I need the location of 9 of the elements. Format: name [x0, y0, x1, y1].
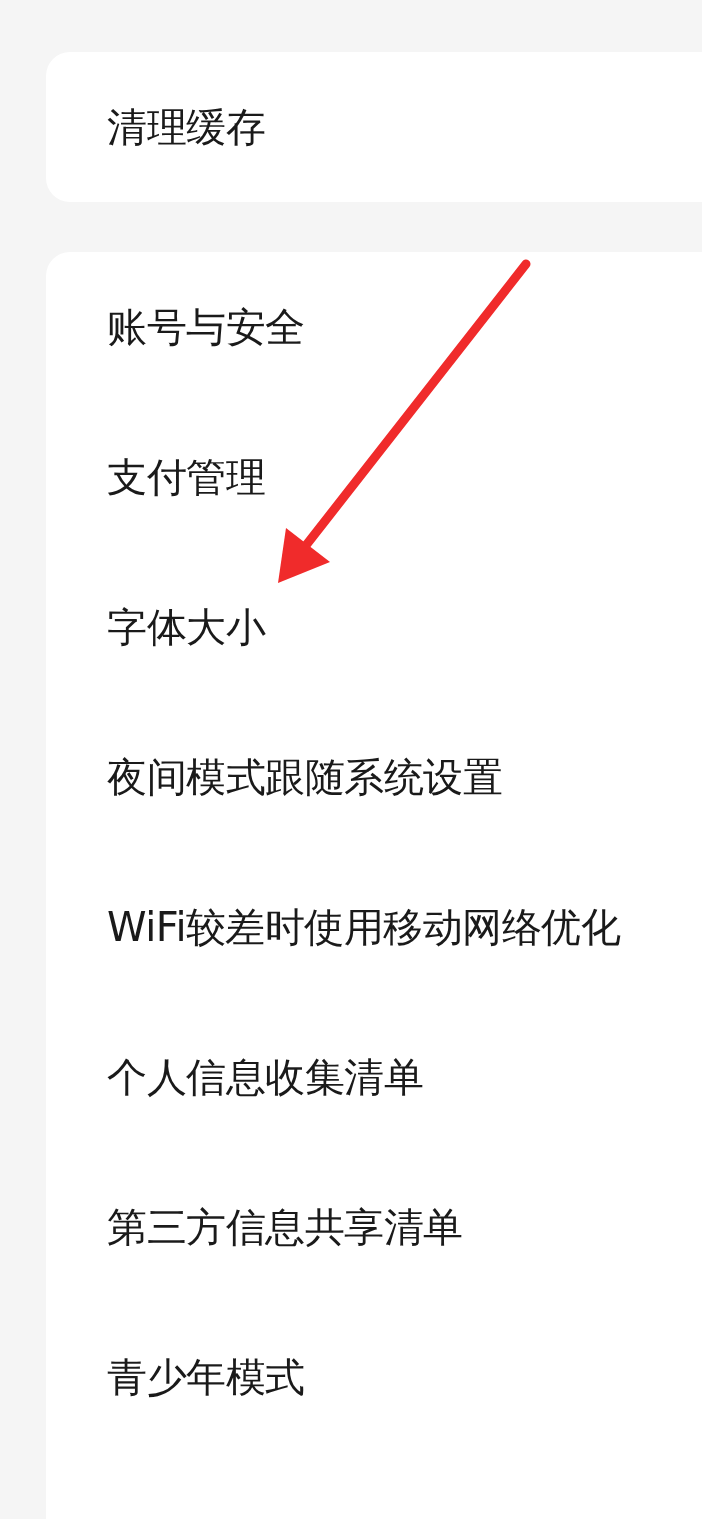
menu-item[interactable]: 清理缓存 — [107, 97, 265, 157]
menu-item[interactable]: 青少年模式 — [107, 1347, 305, 1407]
menu-item[interactable]: 账号与安全 — [107, 297, 305, 357]
menu-item[interactable]: WiFi较差时使用移动网络优化 — [107, 897, 621, 957]
menu-item[interactable]: 夜间模式跟随系统设置 — [107, 747, 502, 807]
menu-item[interactable]: 第三方信息共享清单 — [107, 1197, 463, 1257]
menu-item[interactable]: 字体大小 — [107, 597, 265, 657]
menu-item[interactable]: 支付管理 — [107, 447, 265, 507]
menu-item[interactable]: 个人信息收集清单 — [107, 1047, 423, 1107]
